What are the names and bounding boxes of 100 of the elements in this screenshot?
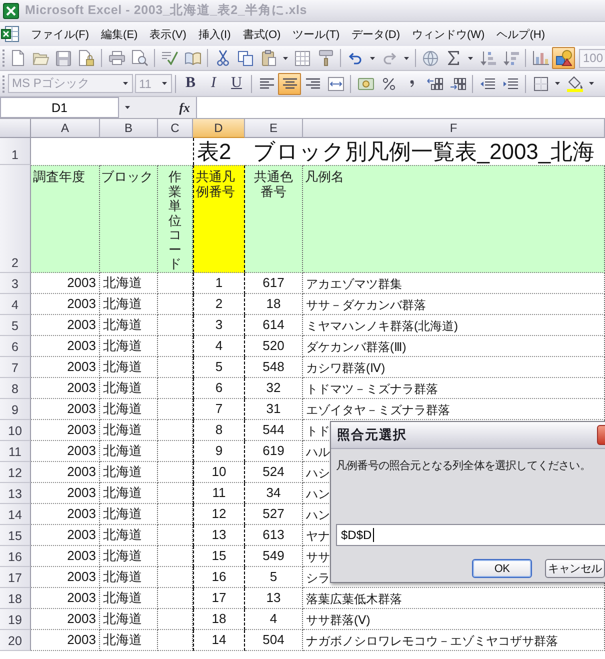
row-header[interactable]: 8 xyxy=(0,378,31,399)
comma-icon[interactable] xyxy=(410,80,414,87)
menu-item[interactable]: 編集(E) xyxy=(95,24,144,44)
caret-icon[interactable] xyxy=(125,106,130,109)
copy-icon[interactable] xyxy=(238,50,253,66)
row-header[interactable]: 13 xyxy=(0,483,31,504)
survey-year: 2003 xyxy=(67,401,96,417)
sort-descending-icon[interactable] xyxy=(502,50,518,66)
menu-item[interactable]: ウィンドウ(W) xyxy=(406,24,491,44)
column-header[interactable]: D xyxy=(193,119,245,138)
caret-icon[interactable] xyxy=(589,82,594,85)
underline-button[interactable]: U xyxy=(225,72,248,94)
color-number: 13 xyxy=(266,590,281,606)
sigma-icon[interactable] xyxy=(448,51,459,65)
row-header[interactable]: 4 xyxy=(0,294,31,315)
legend-name: トドマツ－ミズナラ群落 xyxy=(306,382,438,396)
caret-icon[interactable] xyxy=(283,56,288,60)
indent-icon[interactable] xyxy=(503,78,518,90)
scissors-icon[interactable] xyxy=(216,50,228,66)
caret-icon[interactable] xyxy=(370,56,375,60)
row-header[interactable]: 6 xyxy=(0,336,31,357)
window-title: Microsoft Excel - 2003_北海道_表2_半角に.xls xyxy=(25,2,308,19)
legend-number: 16 xyxy=(212,569,226,585)
cancel-button[interactable]: キャンセル xyxy=(545,559,605,578)
borders-icon[interactable] xyxy=(534,76,548,90)
bold-button[interactable]: B xyxy=(179,72,202,94)
row-header[interactable]: 11 xyxy=(0,441,31,462)
legend-number: 1 xyxy=(215,275,223,291)
column-header[interactable]: C xyxy=(158,119,193,138)
caret-icon[interactable] xyxy=(555,82,560,85)
merge-cells-icon[interactable] xyxy=(328,76,344,90)
row-header[interactable]: 19 xyxy=(0,609,31,630)
block-name: 北海道 xyxy=(103,464,142,480)
legend-name: トド xyxy=(306,424,330,438)
menu-item[interactable]: 挿入(I) xyxy=(192,24,237,44)
survey-year: 2003 xyxy=(67,317,96,333)
column-header[interactable]: E xyxy=(245,119,303,138)
increase-decimal-icon[interactable] xyxy=(426,78,442,90)
row-header[interactable]: 14 xyxy=(0,504,31,525)
row-header[interactable]: 16 xyxy=(0,546,31,567)
align-center-button[interactable] xyxy=(278,72,301,94)
menu-item[interactable]: ファイル(F) xyxy=(25,24,96,44)
caret-icon[interactable] xyxy=(404,56,409,60)
row-header[interactable]: 1 xyxy=(0,138,31,165)
paintbrush-icon[interactable] xyxy=(318,50,332,66)
color-number: 619 xyxy=(262,443,284,459)
reference-field[interactable]: $D$D xyxy=(336,524,605,546)
row-header[interactable]: 20 xyxy=(0,630,31,651)
survey-year: 2003 xyxy=(67,527,96,543)
column-header[interactable]: F xyxy=(303,119,605,138)
row-header[interactable]: 2 xyxy=(0,165,31,273)
outdent-icon[interactable] xyxy=(480,78,495,90)
undo-icon[interactable] xyxy=(349,52,362,64)
color-number: 32 xyxy=(266,380,281,396)
formula-field[interactable] xyxy=(196,97,605,118)
clipboard-icon[interactable] xyxy=(262,50,276,66)
name-box[interactable]: D1 xyxy=(0,97,119,118)
menu-item[interactable]: ツール(T) xyxy=(286,24,346,44)
decrease-decimal-icon[interactable] xyxy=(450,78,466,90)
page-magnifier-icon[interactable] xyxy=(132,50,148,66)
menu-item[interactable]: 書式(O) xyxy=(236,24,287,44)
column-header[interactable]: B xyxy=(100,119,158,138)
sort-ascending-icon[interactable] xyxy=(480,50,496,66)
percent-icon[interactable] xyxy=(382,78,394,90)
printer-icon[interactable] xyxy=(108,51,124,65)
menu-item[interactable]: ヘルプ(H) xyxy=(490,24,551,44)
color-number: 504 xyxy=(262,632,284,648)
survey-year: 2003 xyxy=(67,422,96,438)
insert-function-button[interactable]: fx xyxy=(179,100,190,116)
legend-name: ダケカンバ群落(Ⅲ) xyxy=(306,340,406,354)
column-header[interactable]: A xyxy=(31,119,100,138)
row-header[interactable]: 12 xyxy=(0,462,31,483)
row-header[interactable]: 18 xyxy=(0,588,31,609)
row-header[interactable]: 15 xyxy=(0,525,31,546)
ok-button[interactable]: OK xyxy=(472,559,532,578)
banknote-icon[interactable] xyxy=(358,78,374,90)
row-header[interactable]: 9 xyxy=(0,399,31,420)
grip-icon[interactable] xyxy=(2,74,5,92)
row-header[interactable]: 7 xyxy=(0,357,31,378)
paint-bucket-icon[interactable] xyxy=(566,76,582,92)
dialog-message: 凡例番号の照合元となる列全体を選択してください。 xyxy=(336,458,590,473)
checklist-icon[interactable] xyxy=(162,51,178,65)
menu-item[interactable]: データ(D) xyxy=(346,24,406,44)
globe-icon[interactable] xyxy=(423,50,438,66)
grip-icon[interactable] xyxy=(2,49,5,67)
table-grid-icon[interactable] xyxy=(295,50,310,66)
caret-icon[interactable] xyxy=(468,56,473,60)
row-header[interactable]: 5 xyxy=(0,315,31,336)
legend-name: ハシ xyxy=(306,466,330,480)
italic-button[interactable]: I xyxy=(202,72,225,94)
bar-chart-icon[interactable] xyxy=(532,51,548,65)
new-document-icon[interactable] xyxy=(12,50,24,66)
drawing-button[interactable] xyxy=(552,47,575,69)
row-header[interactable]: 10 xyxy=(0,420,31,441)
row-header[interactable]: 3 xyxy=(0,273,31,294)
row-header[interactable]: 17 xyxy=(0,567,31,588)
document-lock-icon[interactable] xyxy=(79,50,94,66)
book-icon[interactable] xyxy=(184,52,200,64)
spreadsheet-icon[interactable] xyxy=(1,26,19,42)
menu-item[interactable]: 表示(V) xyxy=(144,24,192,44)
